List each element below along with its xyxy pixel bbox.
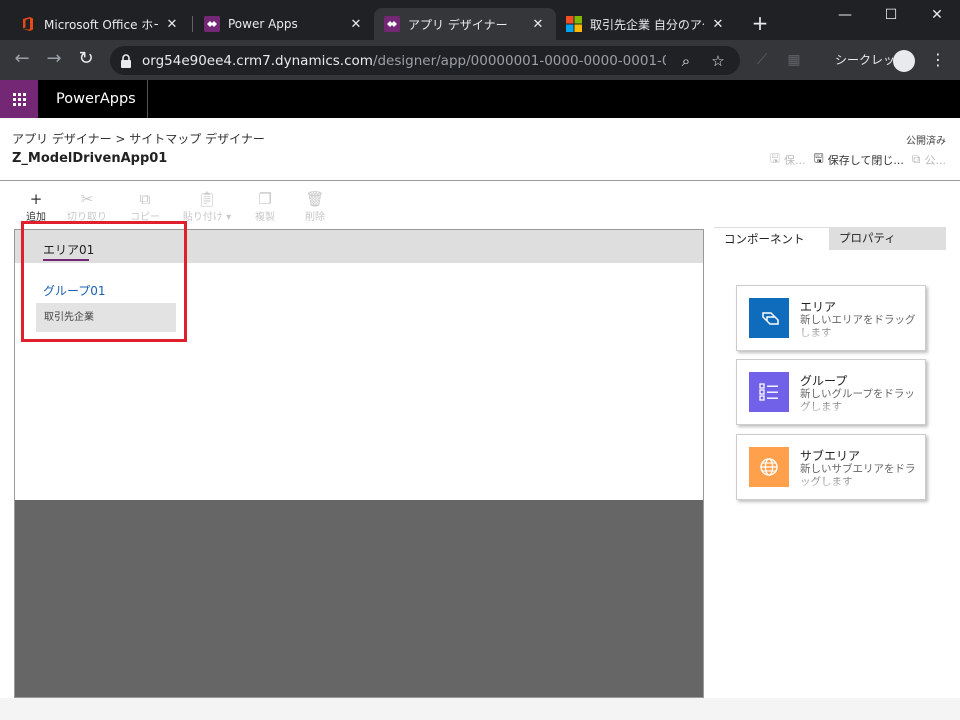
cut-button[interactable]: ✂ 切り取り (58, 190, 116, 224)
tab-properties[interactable]: プロパティ (829, 227, 946, 250)
close-icon[interactable]: ✕ (348, 17, 364, 32)
save-button[interactable]: 🖫 保... (770, 149, 806, 170)
browser-menu-icon[interactable]: ⋮ (928, 49, 948, 71)
reload-icon[interactable]: ↻ (74, 48, 98, 72)
browser-toolbar: ← → ↻ org54e90ee4.crm7.dynamics.com/desi… (0, 40, 960, 80)
breadcrumb-sitemap-designer: サイトマップ デザイナー (129, 132, 265, 146)
globe-icon (749, 447, 789, 487)
component-title: エリア (800, 300, 837, 314)
component-group[interactable]: グループ 新しいグループをドラッグします (736, 359, 926, 425)
delete-button[interactable]: 🗑︎ 削除 (290, 190, 340, 224)
tab-power-apps[interactable]: Power Apps ✕ (194, 8, 374, 40)
copy-button[interactable]: ⧉ コピー (116, 190, 174, 224)
duplicate-label: 複製 (255, 212, 275, 223)
copy-icon: ⧉ (139, 190, 151, 208)
powerapps-icon (384, 16, 400, 32)
breadcrumb-separator: > (115, 132, 126, 146)
header-divider (147, 80, 148, 118)
address-bar[interactable]: org54e90ee4.crm7.dynamics.com/designer/a… (110, 46, 740, 75)
app-launcher-button[interactable] (0, 80, 38, 118)
chevron-down-icon: ▾ (226, 212, 232, 223)
browser-tab-strip: Microsoft Office ホーム ✕ Power Apps ✕ アプリ … (0, 0, 960, 40)
tab-app-designer[interactable]: アプリ デザイナー ✕ (374, 8, 556, 40)
scissors-icon: ✂ (80, 190, 94, 208)
save-label: 保... (784, 153, 806, 167)
command-bar: + 追加 ✂ 切り取り ⧉ コピー 📋︎ 貼り付け ▾ ❐ 複製 🗑︎ 削除 (14, 190, 340, 224)
tab-components[interactable]: コンポーネント (714, 227, 829, 250)
save-and-close-button[interactable]: 🖫 保存して閉じ... (814, 149, 904, 170)
text-fade (800, 326, 922, 340)
save-close-icon: 🖫 (813, 151, 824, 165)
sitemap-designer-page: アプリ デザイナー > サイトマップ デザイナー Z_ModelDrivenAp… (0, 118, 960, 720)
panel-tab-strip: コンポーネント プロパティ (714, 227, 946, 250)
maximize-icon[interactable]: ☐ (868, 0, 914, 32)
breadcrumb-app-designer[interactable]: アプリ デザイナー (12, 132, 112, 146)
new-tab-icon[interactable]: + (748, 12, 772, 36)
app-name[interactable]: PowerApps (56, 80, 136, 118)
url-text: org54e90ee4.crm7.dynamics.com/designer/a… (142, 53, 666, 69)
status-badge: 公開済み (906, 136, 946, 147)
components-panel: コンポーネント プロパティ エリア 新しいエリアをドラッグします (714, 227, 946, 698)
url-path: /designer/app/00000001-0000-0000-0001-00… (372, 52, 666, 69)
publish-button[interactable]: ⧉ 公... (912, 152, 946, 168)
tab-label: Power Apps (228, 17, 298, 31)
page-footer-strip (0, 698, 960, 720)
tab-label: Microsoft Office ホーム (44, 17, 158, 32)
save-icon: 🖫 (769, 151, 781, 165)
text-fade (800, 400, 922, 414)
breadcrumb: アプリ デザイナー > サイトマップ デザイナー (12, 130, 265, 147)
waffle-icon (12, 92, 26, 106)
text-fade (800, 475, 922, 489)
page-title: Z_ModelDrivenApp01 (12, 151, 168, 166)
duplicate-button[interactable]: ❐ 複製 (240, 190, 290, 224)
component-area[interactable]: エリア 新しいエリアをドラッグします (736, 285, 926, 351)
lock-icon (121, 53, 131, 68)
zoom-icon[interactable]: ⌕ (674, 52, 698, 70)
clipboard-icon: 📋︎ (197, 190, 217, 208)
paste-label: 貼り付け ▾ (183, 208, 231, 223)
forward-icon[interactable]: → (42, 48, 66, 72)
tab-accounts[interactable]: 取引先企業 自分のアクティブな取引先企業 ✕ (556, 8, 736, 40)
url-host: org54e90ee4.crm7.dynamics.com (142, 52, 373, 69)
close-icon[interactable]: ✕ (530, 17, 546, 32)
group-list-icon (749, 372, 789, 412)
tab-label: アプリ デザイナー (408, 17, 508, 32)
delete-label: 削除 (305, 212, 325, 223)
publish-icon: ⧉ (911, 152, 921, 166)
tab-microsoft-office[interactable]: Microsoft Office ホーム ✕ (10, 8, 190, 40)
component-title: グループ (800, 374, 848, 388)
paste-button[interactable]: 📋︎ 貼り付け ▾ (174, 190, 240, 224)
extension-icon[interactable]: ⟋ (752, 50, 772, 70)
window-close-icon[interactable]: ✕ (914, 0, 960, 32)
page-actions: 🖫 保... 🖫 保存して閉じ... ⧉ 公... (762, 149, 946, 170)
powerapps-header: PowerApps (0, 80, 960, 118)
microsoft-logo-icon (566, 16, 582, 32)
paste-text: 貼り付け (182, 212, 223, 223)
powerapps-icon (204, 16, 220, 32)
minimize-icon[interactable]: — (822, 0, 868, 32)
bookmark-star-icon[interactable]: ☆ (706, 52, 730, 70)
add-icon: + (29, 190, 43, 208)
close-icon[interactable]: ✕ (164, 17, 180, 32)
close-icon[interactable]: ✕ (710, 17, 726, 32)
tab-label: 取引先企業 自分のアクティブな取引先企業 (590, 17, 704, 32)
save-close-label: 保存して閉じ... (827, 153, 904, 167)
duplicate-icon: ❐ (258, 190, 272, 208)
area-icon (749, 298, 789, 338)
incognito-icon[interactable] (893, 50, 915, 72)
tab-divider (192, 16, 193, 32)
publish-label: 公... (924, 153, 947, 167)
trash-icon: 🗑︎ (305, 190, 325, 208)
component-subarea[interactable]: サブエリア 新しいサブエリアをドラッグします (736, 434, 926, 500)
extension-grid-icon[interactable]: ▦ (784, 50, 804, 70)
component-title: サブエリア (800, 449, 861, 463)
office-icon (23, 17, 33, 31)
back-icon[interactable]: ← (10, 48, 34, 72)
add-button[interactable]: + 追加 (14, 190, 58, 224)
header-divider-line (0, 180, 960, 181)
highlight-annotation (21, 221, 187, 342)
